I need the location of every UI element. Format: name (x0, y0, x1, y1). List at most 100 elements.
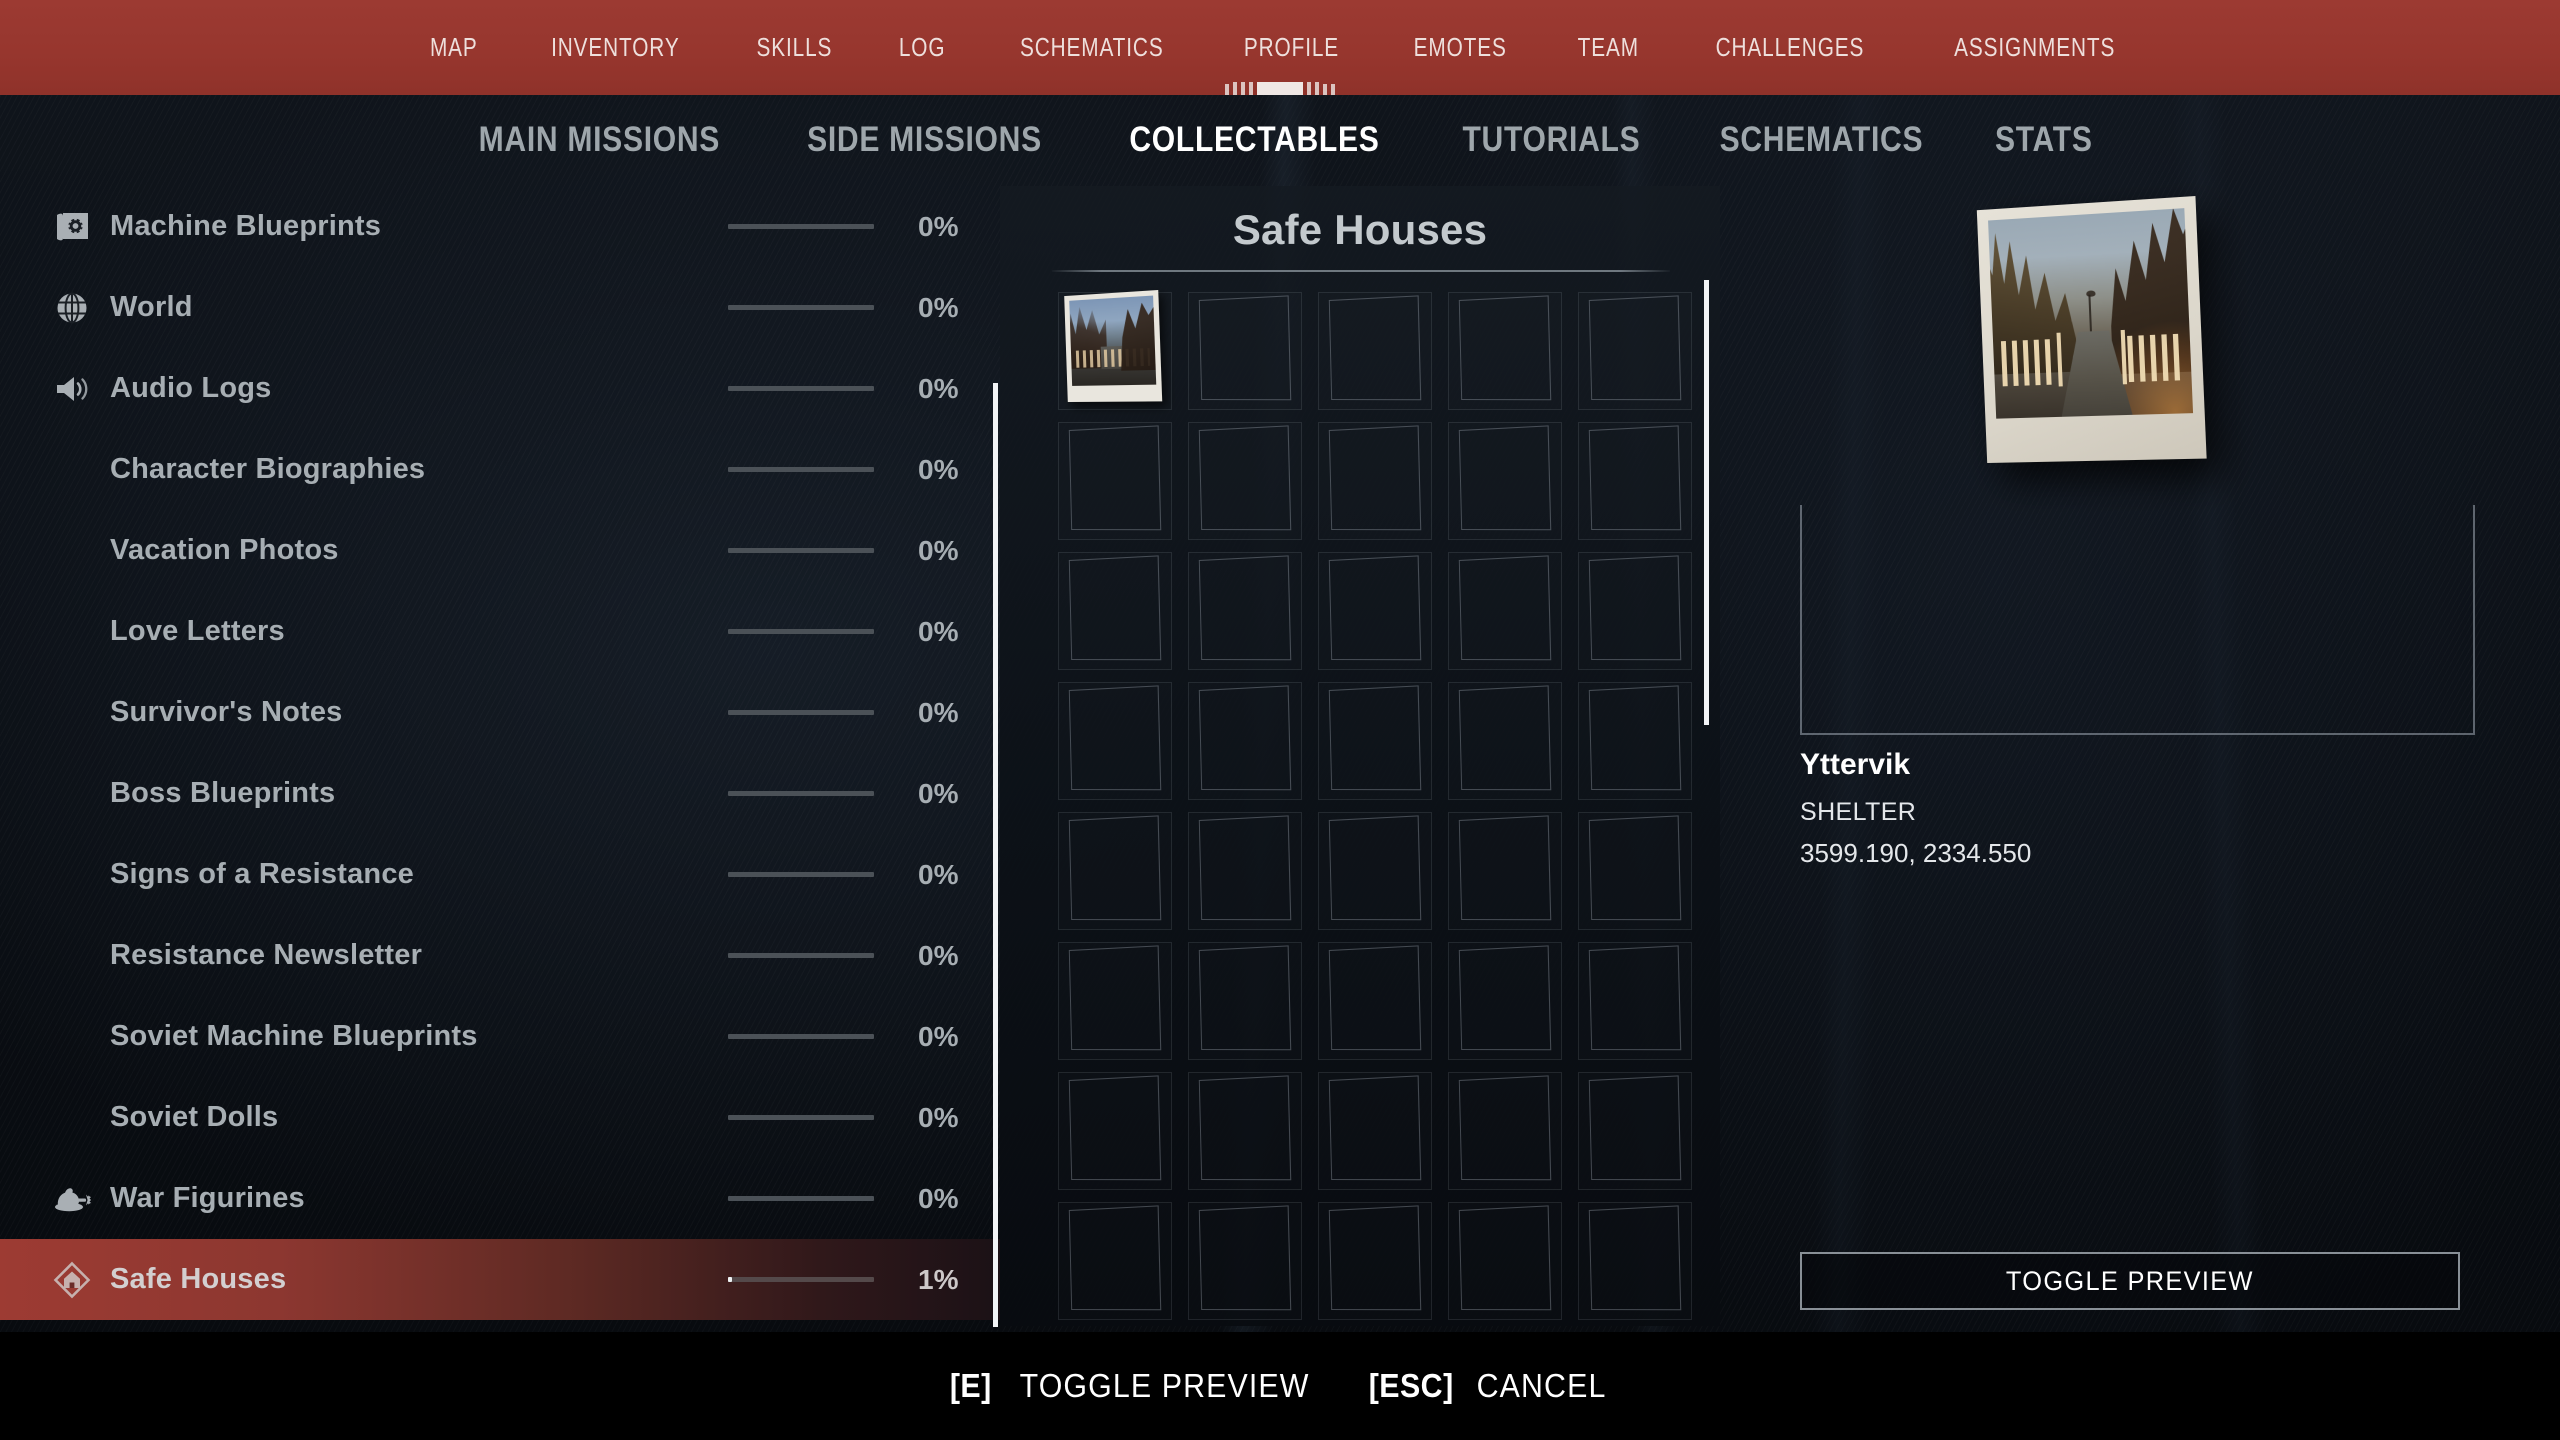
grid-cell-empty[interactable] (1310, 806, 1440, 936)
sidebar-item-war-figurines[interactable]: War Figurines 0% (0, 1158, 1000, 1239)
sidebar-item-boss-blueprints[interactable]: Boss Blueprints 0% (0, 753, 1000, 834)
sidebar-item-soviet-machine-blueprints[interactable]: Soviet Machine Blueprints 0% (0, 996, 1000, 1077)
sidebar-item-label: Boss Blueprints (110, 777, 336, 809)
grid-cell-empty[interactable] (1310, 676, 1440, 806)
sidebar-item-machine-blueprints[interactable]: Machine Blueprints 0% (0, 186, 1000, 267)
grid-cell-placeholder-outline (1328, 295, 1422, 401)
sidebar-item-label: Resistance Newsletter (110, 939, 423, 971)
grid-cell-empty[interactable] (1570, 546, 1700, 676)
grid-cell-empty[interactable] (1570, 1196, 1700, 1326)
grid-cell-placeholder-outline (1198, 685, 1292, 791)
grid-panel-title: Safe Houses (1232, 206, 1488, 253)
sidebar-item-label: World (110, 291, 193, 323)
grid-cell-placeholder-outline (1328, 1075, 1422, 1181)
grid-cell-empty[interactable] (1050, 806, 1180, 936)
tab-main-missions[interactable]: MAIN MISSIONS (479, 120, 720, 160)
sidebar-item-survivor-s-notes[interactable]: Survivor's Notes 0% (0, 672, 1000, 753)
grid-cell-empty[interactable] (1440, 1196, 1570, 1326)
topnav-item-map[interactable]: MAP (430, 32, 478, 63)
grid-cell-empty[interactable] (1180, 1066, 1310, 1196)
sidebar-item-world[interactable]: World 0% (0, 267, 1000, 348)
grid-cell-empty[interactable] (1180, 806, 1310, 936)
grid-cell-empty[interactable] (1440, 286, 1570, 416)
grid-cell-empty[interactable] (1310, 416, 1440, 546)
grid-cell-empty[interactable] (1050, 1196, 1180, 1326)
grid-cell-empty[interactable] (1180, 546, 1310, 676)
grid-cell-empty[interactable] (1570, 676, 1700, 806)
topnav-item-profile[interactable]: PROFILE (1244, 32, 1339, 63)
sidebar-item-signs-of-a-resistance[interactable]: Signs of a Resistance 0% (0, 834, 1000, 915)
grid-cell-empty[interactable] (1440, 416, 1570, 546)
sidebar-scrollbar[interactable] (993, 383, 998, 1327)
grid-cell-collected[interactable] (1050, 286, 1180, 416)
grid-cell-empty[interactable] (1570, 286, 1700, 416)
tab-collectables[interactable]: COLLECTABLES (1129, 120, 1379, 160)
grid-cell-placeholder-outline (1458, 945, 1552, 1051)
topnav-item-skills[interactable]: SKILLS (756, 32, 832, 63)
grid-cell-empty[interactable] (1310, 1066, 1440, 1196)
grid-cell-empty[interactable] (1180, 286, 1310, 416)
sidebar-item-love-letters[interactable]: Love Letters 0% (0, 591, 1000, 672)
sidebar-progress-track (728, 791, 874, 796)
sidebar-item-label: Soviet Dolls (110, 1101, 279, 1133)
grid-cell-placeholder-outline (1198, 945, 1292, 1051)
grid-cell-placeholder-outline (1328, 1205, 1422, 1311)
grid-cell-placeholder-outline (1328, 425, 1422, 531)
grid-cell-empty[interactable] (1050, 936, 1180, 1066)
sidebar-item-safe-houses[interactable]: Safe Houses 1% (0, 1239, 1000, 1320)
tab-stats[interactable]: STATS (1995, 120, 2093, 160)
grid-cell-empty[interactable] (1050, 416, 1180, 546)
grid-scrollbar[interactable] (1704, 280, 1709, 725)
grid-cell-empty[interactable] (1440, 936, 1570, 1066)
topnav-item-team[interactable]: TEAM (1577, 32, 1638, 63)
sidebar-item-soviet-dolls[interactable]: Soviet Dolls 0% (0, 1077, 1000, 1158)
tab-schematics[interactable]: SCHEMATICS (1719, 120, 1923, 160)
grid-cell-empty[interactable] (1050, 546, 1180, 676)
grid-cell-empty[interactable] (1180, 676, 1310, 806)
tab-tutorials[interactable]: TUTORIALS (1462, 120, 1640, 160)
topnav-item-challenges[interactable]: CHALLENGES (1716, 32, 1865, 63)
sidebar-item-resistance-newsletter[interactable]: Resistance Newsletter 0% (0, 915, 1000, 996)
sidebar-progress-percent: 0% (918, 291, 959, 323)
nav-scroll-indicator[interactable] (1225, 79, 1335, 95)
grid-cell-empty[interactable] (1440, 1066, 1570, 1196)
sidebar-progress-track (728, 224, 874, 229)
nav-tick (1241, 82, 1245, 95)
grid-cell-empty[interactable] (1050, 676, 1180, 806)
tab-side-missions[interactable]: SIDE MISSIONS (807, 120, 1042, 160)
toggle-preview-button[interactable]: TOGGLE PREVIEW (1800, 1252, 2460, 1310)
collectable-grid (1050, 286, 1698, 1326)
grid-cell-empty[interactable] (1570, 936, 1700, 1066)
grid-cell-empty[interactable] (1440, 676, 1570, 806)
grid-cell-empty[interactable] (1570, 416, 1700, 546)
topnav-item-schematics[interactable]: SCHEMATICS (1020, 32, 1164, 63)
topnav-item-assignments[interactable]: ASSIGNMENTS (1954, 32, 2115, 63)
keybind-hint: [ESC] CANCEL (1365, 1367, 1612, 1405)
sidebar-item-character-biographies[interactable]: Character Biographies 0% (0, 429, 1000, 510)
sidebar-item-vacation-photos[interactable]: Vacation Photos 0% (0, 510, 1000, 591)
grid-cell-empty[interactable] (1570, 1066, 1700, 1196)
topnav-item-emotes[interactable]: EMOTES (1414, 32, 1507, 63)
grid-cell-empty[interactable] (1180, 936, 1310, 1066)
sidebar-progress-track (728, 467, 874, 472)
grid-cell-empty[interactable] (1050, 1066, 1180, 1196)
collectable-preview-photo (1976, 196, 2207, 464)
topnav-item-log[interactable]: LOG (898, 32, 945, 63)
grid-cell-placeholder-outline (1588, 555, 1682, 661)
sidebar-item-audio-logs[interactable]: Audio Logs 0% (0, 348, 1000, 429)
grid-cell-empty[interactable] (1310, 286, 1440, 416)
grid-cell-placeholder-outline (1328, 945, 1422, 1051)
collectable-type: SHELTER (1800, 798, 1917, 826)
grid-cell-empty[interactable] (1570, 806, 1700, 936)
blueprint-gear-icon (52, 207, 92, 247)
grid-cell-empty[interactable] (1440, 546, 1570, 676)
grid-cell-empty[interactable] (1180, 1196, 1310, 1326)
grid-cell-empty[interactable] (1310, 936, 1440, 1066)
nav-scroll-thumb[interactable] (1257, 82, 1303, 95)
grid-cell-empty[interactable] (1180, 416, 1310, 546)
topnav-item-inventory[interactable]: INVENTORY (551, 32, 680, 63)
grid-cell-empty[interactable] (1310, 1196, 1440, 1326)
grid-cell-empty[interactable] (1310, 546, 1440, 676)
keybind-action: TOGGLE PREVIEW (1020, 1367, 1310, 1404)
grid-cell-empty[interactable] (1440, 806, 1570, 936)
